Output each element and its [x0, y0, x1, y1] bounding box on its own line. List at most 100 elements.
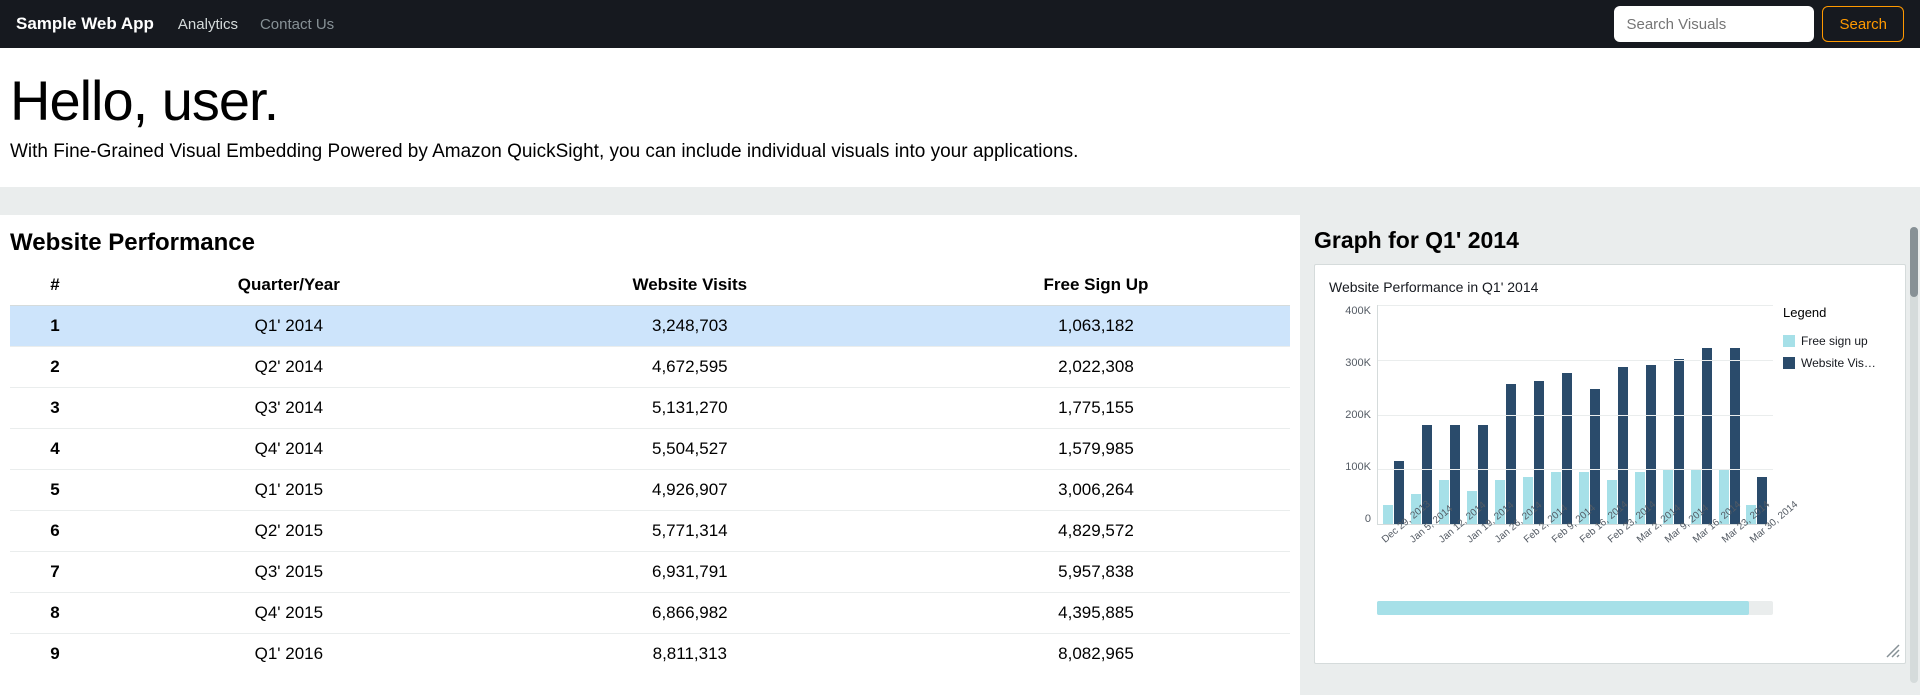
xtick: Jan 12, 2014 — [1437, 523, 1461, 546]
gridline — [1378, 469, 1773, 470]
chart-panel-title: Graph for Q1' 2014 — [1314, 227, 1906, 254]
table-row[interactable]: 7Q3' 20156,931,7915,957,838 — [10, 552, 1290, 593]
bar-visits — [1674, 359, 1684, 524]
cell-num: 1 — [10, 306, 100, 347]
table-row[interactable]: 6Q2' 20155,771,3144,829,572 — [10, 511, 1290, 552]
cell-quarter: Q1' 2015 — [100, 470, 478, 511]
cell-num: 9 — [10, 634, 100, 675]
left-panel: Website Performance # Quarter/Year Websi… — [0, 215, 1300, 674]
x-axis: Dec 29, 2013Jan 5, 2014Jan 12, 2014Jan 1… — [1377, 529, 1773, 589]
cell-num: 7 — [10, 552, 100, 593]
main: Website Performance # Quarter/Year Websi… — [0, 215, 1920, 695]
bar-visits — [1702, 348, 1712, 524]
table-row[interactable]: 2Q2' 20144,672,5952,022,308 — [10, 347, 1290, 388]
cell-num: 2 — [10, 347, 100, 388]
cell-quarter: Q1' 2016 — [100, 634, 478, 675]
cell-visits: 5,771,314 — [478, 511, 902, 552]
xtick: Mar 30, 2014 — [1748, 523, 1772, 546]
hero: Hello, user. With Fine-Grained Visual Em… — [0, 48, 1920, 187]
table-title: Website Performance — [10, 229, 1290, 257]
cell-quarter: Q1' 2014 — [100, 306, 478, 347]
xtick: Dec 29, 2013 — [1380, 523, 1404, 546]
divider-band — [0, 187, 1920, 215]
bar-group[interactable] — [1662, 359, 1684, 524]
cell-quarter: Q4' 2014 — [100, 429, 478, 470]
bar-group[interactable] — [1634, 365, 1656, 525]
panel-scrollbar[interactable] — [1910, 227, 1918, 683]
cell-visits: 5,131,270 — [478, 388, 902, 429]
table-row[interactable]: 5Q1' 20154,926,9073,006,264 — [10, 470, 1290, 511]
cell-quarter: Q2' 2014 — [100, 347, 478, 388]
cell-num: 4 — [10, 429, 100, 470]
xtick: Jan 5, 2014 — [1408, 523, 1432, 546]
legend-title: Legend — [1783, 305, 1893, 320]
th-visits: Website Visits — [478, 265, 902, 306]
xtick: Mar 2, 2014 — [1635, 523, 1659, 546]
th-quarter: Quarter/Year — [100, 265, 478, 306]
xtick: Feb 2, 2014 — [1522, 523, 1546, 546]
bar-group[interactable] — [1550, 373, 1572, 524]
search-button[interactable]: Search — [1822, 6, 1904, 42]
cell-visits: 6,931,791 — [478, 552, 902, 593]
table-row[interactable]: 8Q4' 20156,866,9824,395,885 — [10, 593, 1290, 634]
chart-title: Website Performance in Q1' 2014 — [1329, 279, 1893, 295]
cell-visits: 3,248,703 — [478, 306, 902, 347]
cell-visits: 5,504,527 — [478, 429, 902, 470]
chart-scroll[interactable] — [1377, 601, 1773, 615]
table-row[interactable]: 1Q1' 20143,248,7031,063,182 — [10, 306, 1290, 347]
chart-plot: 400K 300K 200K 100K 0 Dec 29, 2013Jan 5, 201… — [1329, 305, 1773, 605]
table-row[interactable]: 3Q3' 20145,131,2701,775,155 — [10, 388, 1290, 429]
panel-scrollbar-thumb[interactable] — [1910, 227, 1918, 297]
xtick: Feb 16, 2014 — [1578, 523, 1602, 546]
bar-visits — [1730, 348, 1740, 524]
th-signup: Free Sign Up — [902, 265, 1290, 306]
nav-link-analytics[interactable]: Analytics — [178, 16, 238, 33]
y-axis: 400K 300K 200K 100K 0 — [1329, 305, 1377, 525]
table-row[interactable]: 9Q1' 20168,811,3138,082,965 — [10, 634, 1290, 675]
legend-item-signup: Free sign up — [1783, 334, 1893, 348]
cell-signup: 2,022,308 — [902, 347, 1290, 388]
swatch-icon — [1783, 357, 1795, 369]
legend: Legend Free sign up Website Vis… — [1773, 305, 1893, 605]
cell-signup: 1,579,985 — [902, 429, 1290, 470]
ytick: 0 — [1329, 513, 1371, 525]
navbar: Sample Web App Analytics Contact Us Sear… — [0, 0, 1920, 48]
cell-signup: 4,829,572 — [902, 511, 1290, 552]
cell-signup: 1,063,182 — [902, 306, 1290, 347]
search-input[interactable] — [1614, 6, 1814, 42]
bar-group[interactable] — [1690, 348, 1712, 524]
cell-quarter: Q3' 2014 — [100, 388, 478, 429]
xtick: Mar 23, 2014 — [1720, 523, 1744, 546]
cell-signup: 1,775,155 — [902, 388, 1290, 429]
nav-link-contact[interactable]: Contact Us — [260, 16, 334, 33]
cell-quarter: Q2' 2015 — [100, 511, 478, 552]
cell-signup: 8,082,965 — [902, 634, 1290, 675]
cell-num: 3 — [10, 388, 100, 429]
cell-signup: 3,006,264 — [902, 470, 1290, 511]
page-subtitle: With Fine-Grained Visual Embedding Power… — [10, 141, 1910, 163]
table-row[interactable]: 4Q4' 20145,504,5271,579,985 — [10, 429, 1290, 470]
cell-num: 6 — [10, 511, 100, 552]
chart-scroll-thumb[interactable] — [1377, 601, 1749, 615]
resize-icon[interactable] — [1885, 643, 1901, 659]
plot-area — [1377, 305, 1773, 525]
ytick: 200K — [1329, 409, 1371, 421]
ytick: 100K — [1329, 461, 1371, 473]
ytick: 300K — [1329, 357, 1371, 369]
cell-visits: 6,866,982 — [478, 593, 902, 634]
swatch-icon — [1783, 335, 1795, 347]
gridline — [1378, 305, 1773, 306]
cell-num: 8 — [10, 593, 100, 634]
cell-visits: 4,926,907 — [478, 470, 902, 511]
cell-signup: 4,395,885 — [902, 593, 1290, 634]
bar-group[interactable] — [1718, 348, 1740, 524]
bar-visits — [1562, 373, 1572, 524]
ytick: 400K — [1329, 305, 1371, 317]
cell-num: 5 — [10, 470, 100, 511]
performance-table: # Quarter/Year Website Visits Free Sign … — [10, 265, 1290, 674]
cell-quarter: Q4' 2015 — [100, 593, 478, 634]
legend-item-visits: Website Vis… — [1783, 356, 1893, 370]
chart-body: 400K 300K 200K 100K 0 Dec 29, 2013Jan 5, 201… — [1329, 305, 1893, 605]
bar-signup — [1383, 505, 1393, 524]
cell-signup: 5,957,838 — [902, 552, 1290, 593]
